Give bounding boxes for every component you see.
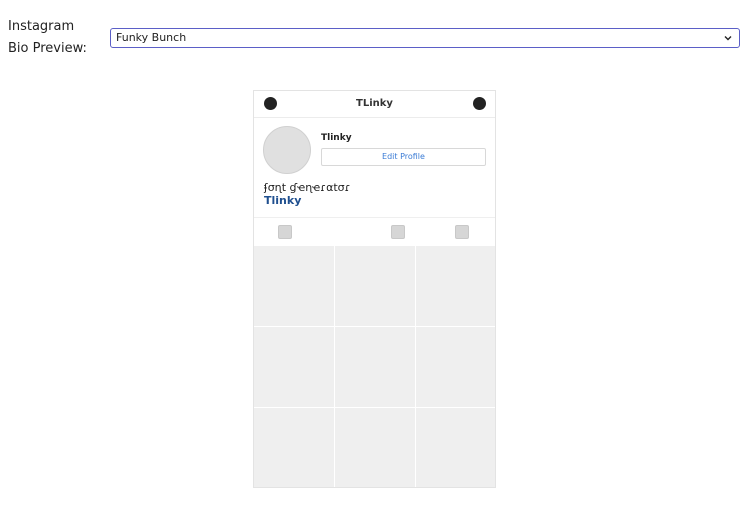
profile-username: Tlinky	[321, 133, 352, 143]
profile-tabs	[254, 217, 495, 246]
grid-tab-icon[interactable]	[278, 225, 292, 239]
bio-link[interactable]: Tlinky	[264, 194, 301, 207]
post-thumbnail[interactable]	[254, 408, 334, 487]
reels-tab-icon[interactable]	[391, 225, 405, 239]
post-thumbnail[interactable]	[416, 408, 495, 487]
post-thumbnail[interactable]	[416, 246, 495, 326]
post-thumbnail[interactable]	[254, 246, 334, 326]
header-right-dot-icon	[473, 97, 486, 110]
bio-text: ʄσɳt ɠҽɳҽɾαtσɾ	[264, 181, 351, 194]
bio-preview-label: Instagram Bio Preview:	[8, 19, 87, 56]
preview-header-title: TLinky	[356, 98, 393, 109]
post-grid	[254, 246, 495, 487]
tagged-tab-icon[interactable]	[455, 225, 469, 239]
avatar	[263, 126, 311, 174]
post-thumbnail[interactable]	[335, 408, 415, 487]
font-style-select[interactable]: Funky Bunch	[110, 28, 740, 48]
preview-header: TLinky	[254, 91, 495, 118]
chevron-down-icon	[724, 36, 732, 41]
post-thumbnail[interactable]	[335, 246, 415, 326]
post-thumbnail[interactable]	[335, 327, 415, 407]
instagram-preview-card: TLinky Tlinky Edit Profile ʄσɳt ɠҽɳҽɾαtσ…	[253, 90, 496, 488]
edit-profile-button[interactable]: Edit Profile	[321, 148, 486, 166]
post-thumbnail[interactable]	[254, 327, 334, 407]
font-style-select-value: Funky Bunch	[116, 31, 187, 44]
post-thumbnail[interactable]	[416, 327, 495, 407]
